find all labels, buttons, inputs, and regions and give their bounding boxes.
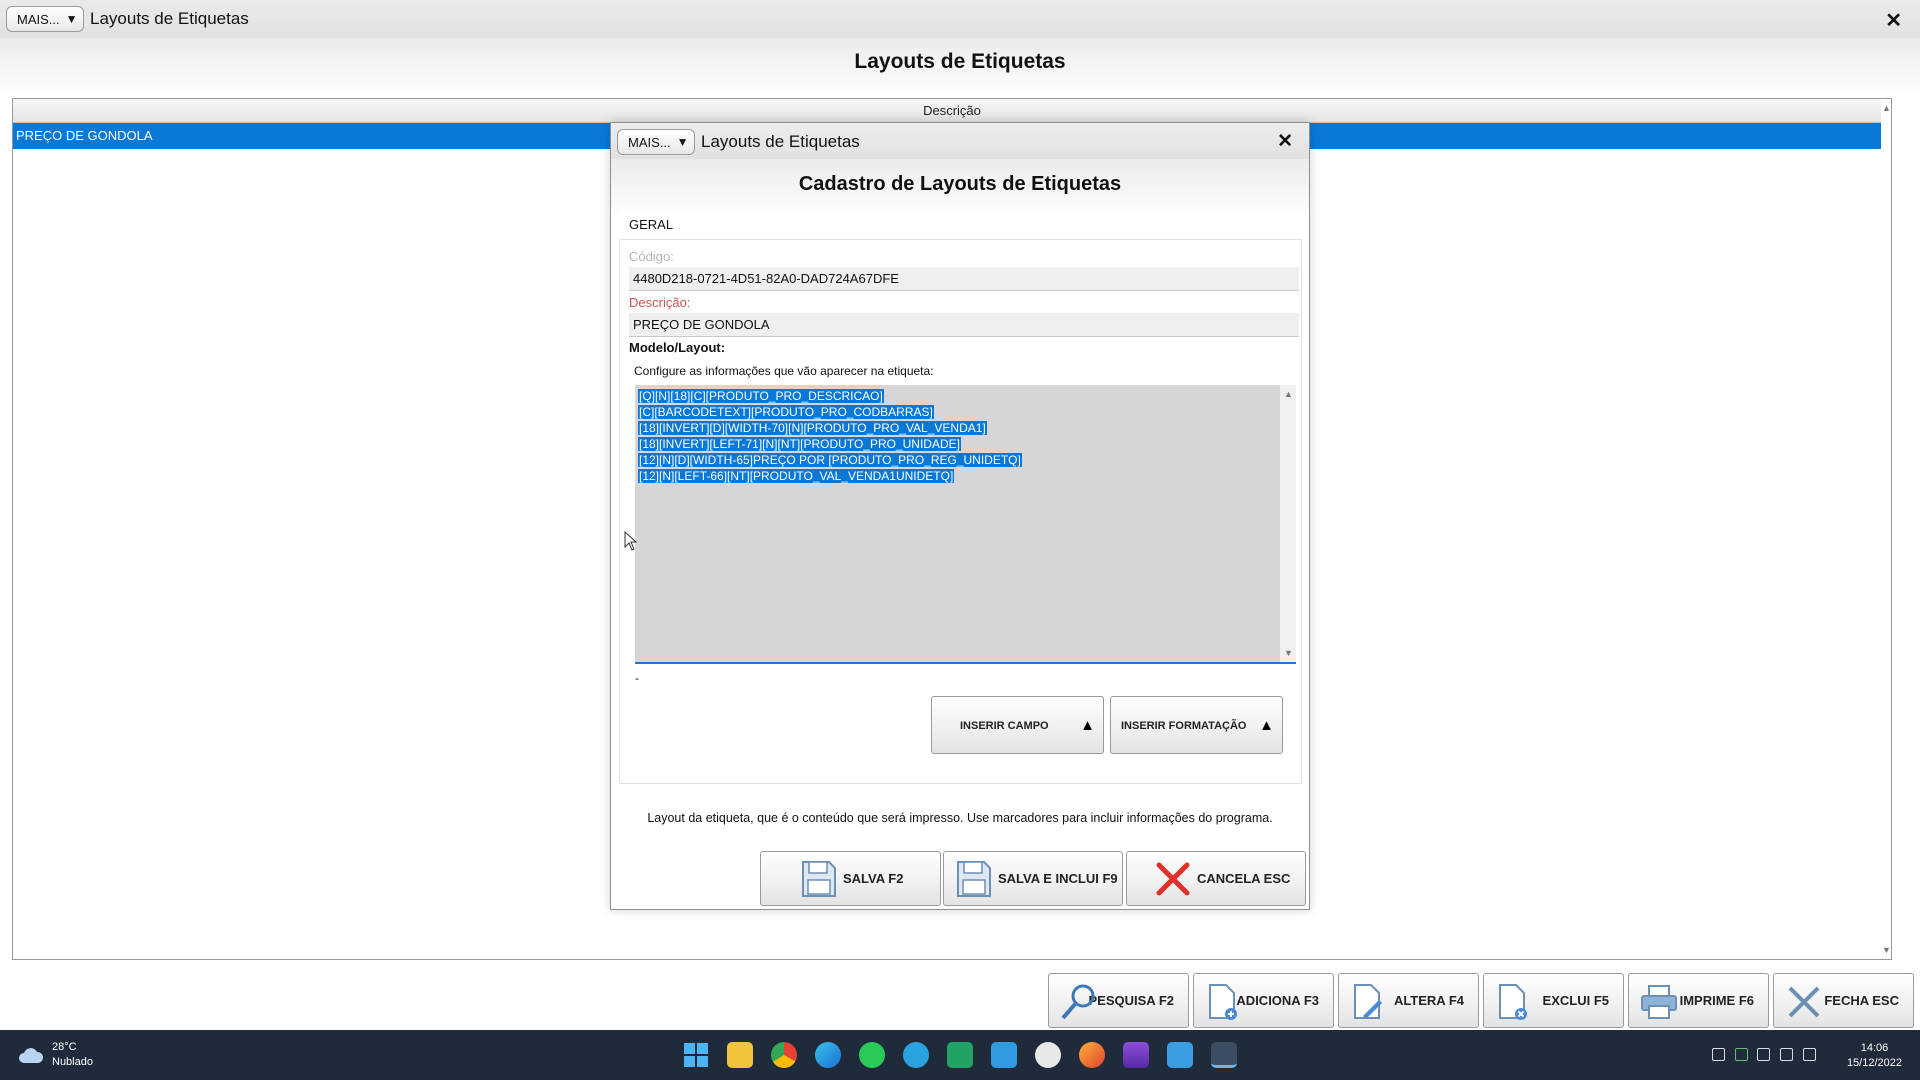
tray-security-icon[interactable] <box>1735 1048 1748 1061</box>
main-close-icon[interactable]: ✕ <box>1885 8 1902 33</box>
exclui-button[interactable]: EXCLUI F5 <box>1483 973 1624 1028</box>
clock[interactable]: 14:06 15/12/2022 <box>1847 1041 1902 1071</box>
firefox-icon[interactable] <box>1079 1042 1105 1068</box>
delete-document-icon <box>1499 984 1527 1020</box>
inserir-formatacao-label: INSERIR FORMATAÇÃO <box>1121 720 1247 732</box>
salva-e-inclui-button[interactable]: SALVA E INCLUI F9 <box>943 851 1123 906</box>
app-circle-icon[interactable] <box>1035 1042 1061 1068</box>
dialog-more-menu-button[interactable]: MAIS... ▼ <box>617 129 695 155</box>
codigo-field[interactable]: 4480D218-0721-4D51-82A0-DAD724A67DFE <box>629 267 1299 291</box>
excel-icon[interactable] <box>947 1042 973 1068</box>
fecha-button[interactable]: FECHA ESC <box>1773 973 1914 1028</box>
descricao-label: Descrição: <box>629 295 691 310</box>
codigo-label: Código: <box>629 249 674 264</box>
weather-temperature: 28°C <box>52 1041 77 1053</box>
tray-wifi-icon[interactable] <box>1780 1048 1793 1061</box>
tab-geral[interactable]: GERAL <box>621 211 682 239</box>
adiciona-button[interactable]: ADICIONA F3 <box>1193 973 1334 1028</box>
telegram-icon[interactable] <box>903 1042 929 1068</box>
floppy-disk-icon <box>957 860 991 897</box>
main-more-menu-button[interactable]: MAIS... ▼ <box>6 6 84 32</box>
fecha-label: FECHA ESC <box>1824 993 1899 1008</box>
layout-line: [18][INVERT][LEFT-71][N][NT][PRODUTO_PRO… <box>638 437 961 451</box>
layout-line: [C][BARCODETEXT][PRODUTO_PRO_CODBARRAS] <box>638 405 934 419</box>
layout-line: [12][N][LEFT-66][NT][PRODUTO_VAL_VENDA1U… <box>638 469 955 483</box>
pesquisa-label: PESQUISA F2 <box>1088 993 1174 1008</box>
config-hint-text: Configure as informações que vão aparece… <box>634 364 934 378</box>
layout-line: [12][N][D][WIDTH-65]PREÇO POR [PRODUTO_P… <box>638 453 1022 467</box>
triangle-up-icon: ▲ <box>1259 717 1274 734</box>
dialog-close-icon[interactable]: ✕ <box>1277 130 1293 153</box>
textarea-status-text: - <box>635 671 639 685</box>
dialog-heading: Cadastro de Layouts de Etiquetas <box>798 173 1122 195</box>
scroll-down-icon[interactable]: ▼ <box>1882 945 1891 955</box>
edge-icon[interactable] <box>815 1042 841 1068</box>
scroll-down-icon[interactable]: ▼ <box>1284 648 1293 658</box>
windows-taskbar: 28°C Nublado 14:06 15/12/2022 <box>0 1030 1920 1080</box>
mouse-cursor-icon <box>624 531 638 551</box>
weather-widget[interactable]: 28°C Nublado <box>18 1040 93 1070</box>
add-document-icon <box>1209 984 1237 1020</box>
layout-footnote: Layout da etiqueta, que é o conteúdo que… <box>647 811 1273 825</box>
salva-e-inclui-label: SALVA E INCLUI F9 <box>998 871 1118 886</box>
tray-volume-icon[interactable] <box>1803 1048 1816 1061</box>
imprime-label: IMPRIME F6 <box>1679 993 1754 1008</box>
dialog-titlebar: MAIS... ▼ Layouts de Etiquetas ✕ <box>611 123 1309 159</box>
edit-document-icon <box>1354 984 1382 1019</box>
media-app-icon[interactable] <box>1123 1042 1149 1068</box>
cancela-button[interactable]: CANCELA ESC <box>1126 851 1306 906</box>
floppy-disk-icon <box>802 860 836 897</box>
scroll-up-icon[interactable]: ▲ <box>1882 103 1891 113</box>
exclui-label: EXCLUI F5 <box>1542 993 1609 1008</box>
textarea-scrollbar[interactable]: ▲ ▼ <box>1280 385 1296 662</box>
main-page-heading: Layouts de Etiquetas <box>854 50 1066 73</box>
app-icon[interactable] <box>991 1042 1017 1068</box>
layout-line: [18][INVERT][D][WIDTH-70][N][PRODUTO_PRO… <box>638 421 987 435</box>
triangle-up-icon: ▲ <box>1080 717 1095 734</box>
scroll-up-icon[interactable]: ▲ <box>1284 389 1293 399</box>
file-explorer-icon[interactable] <box>727 1042 753 1068</box>
main-more-menu-label: MAIS... <box>17 11 60 27</box>
layout-textarea[interactable]: [Q][N][18][C][PRODUTO_PRO_DESCRICAO] [C]… <box>635 385 1296 664</box>
dropdown-arrow-icon: ▼ <box>65 12 78 26</box>
magnifier-icon <box>1061 984 1095 1020</box>
windows-start-icon[interactable] <box>683 1042 709 1068</box>
tray-battery-icon[interactable] <box>1757 1048 1770 1061</box>
modelo-layout-label: Modelo/Layout: <box>629 340 726 355</box>
pesquisa-button[interactable]: PESQUISA F2 <box>1048 973 1189 1028</box>
salva-button[interactable]: SALVA F2 <box>760 851 941 906</box>
erp-app-icon[interactable] <box>1211 1042 1237 1068</box>
close-x-icon <box>1788 986 1820 1018</box>
layout-line: [Q][N][18][C][PRODUTO_PRO_DESCRICAO] <box>638 389 884 403</box>
grid-scrollbar[interactable]: ▲ ▼ <box>1881 99 1891 959</box>
tray-network-icon[interactable] <box>1712 1048 1725 1061</box>
weather-condition: Nublado <box>52 1056 93 1068</box>
dialog-title: Layouts de Etiquetas <box>701 132 860 151</box>
adiciona-label: ADICIONA F3 <box>1236 993 1319 1008</box>
mail-icon[interactable] <box>1167 1042 1193 1068</box>
chrome-icon[interactable] <box>771 1042 797 1068</box>
clock-date: 15/12/2022 <box>1846 1057 1902 1069</box>
imprime-button[interactable]: IMPRIME F6 <box>1628 973 1769 1028</box>
whatsapp-icon[interactable] <box>859 1042 885 1068</box>
inserir-campo-label: INSERIR CAMPO <box>960 720 1049 732</box>
printer-icon <box>1641 985 1677 1019</box>
cancela-label: CANCELA ESC <box>1197 871 1291 886</box>
dropdown-arrow-icon: ▼ <box>676 135 689 149</box>
altera-label: ALTERA F4 <box>1393 993 1464 1008</box>
salva-label: SALVA F2 <box>843 871 904 886</box>
inserir-campo-button[interactable]: INSERIR CAMPO ▲ <box>931 696 1104 754</box>
cloud-icon <box>19 1048 44 1063</box>
grid-column-header-descricao[interactable]: Descrição <box>13 99 1891 123</box>
cadastro-layout-dialog: MAIS... ▼ Layouts de Etiquetas ✕ Cadastr… <box>610 122 1310 910</box>
red-x-icon <box>1156 862 1190 895</box>
dialog-more-menu-label: MAIS... <box>628 134 671 150</box>
clock-time: 14:06 <box>1860 1042 1889 1054</box>
inserir-formatacao-button[interactable]: INSERIR FORMATAÇÃO ▲ <box>1110 696 1283 754</box>
altera-button[interactable]: ALTERA F4 <box>1338 973 1479 1028</box>
main-titlebar: MAIS... ▼ Layouts de Etiquetas ✕ <box>0 0 1920 38</box>
main-window-title: Layouts de Etiquetas <box>90 9 249 28</box>
descricao-field[interactable]: PREÇO DE GONDOLA <box>629 313 1299 337</box>
